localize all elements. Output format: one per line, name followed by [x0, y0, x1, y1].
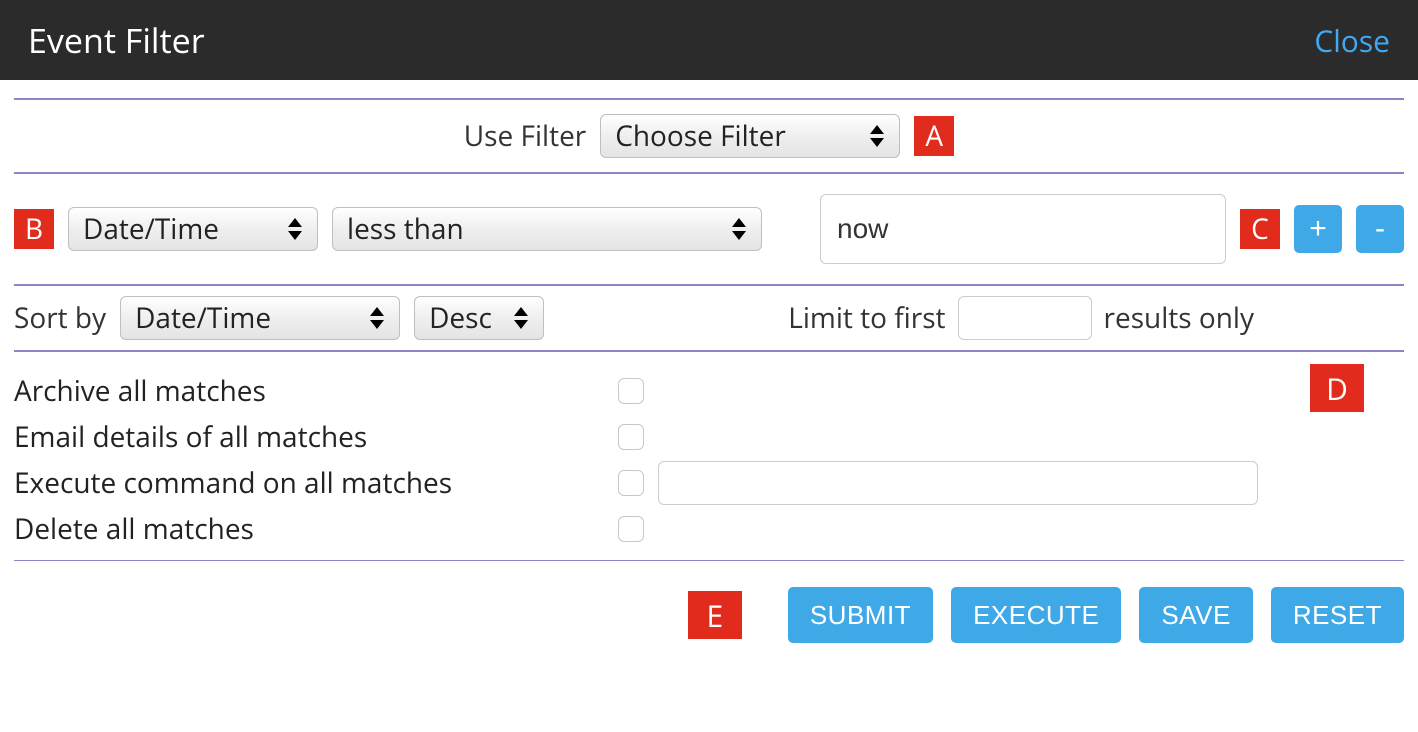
execute-command-input[interactable]	[658, 461, 1258, 505]
limit-prefix: Limit to first	[788, 299, 945, 337]
updown-icon	[365, 297, 389, 339]
submit-button[interactable]: SUBMIT	[788, 587, 933, 643]
updown-icon	[283, 208, 307, 250]
annotation-badge-e: E	[688, 591, 742, 639]
limit-suffix: results only	[1104, 299, 1254, 337]
archive-label: Archive all matches	[14, 372, 618, 410]
use-filter-selected: Choose Filter	[601, 117, 830, 155]
criteria-value-input[interactable]	[820, 194, 1226, 264]
limit-group: Limit to first results only	[788, 296, 1254, 340]
criteria-row: B Date/Time less than C + -	[14, 174, 1404, 284]
criteria-field-select[interactable]: Date/Time	[68, 207, 318, 251]
sort-direction-select[interactable]: Desc	[414, 296, 544, 340]
criteria-operator-selected: less than	[333, 210, 508, 248]
annotation-badge-d: D	[1310, 364, 1364, 412]
sort-field-selected: Date/Time	[121, 299, 315, 337]
use-filter-label: Use Filter	[464, 117, 587, 155]
delete-checkbox[interactable]	[618, 516, 644, 542]
sort-row: Sort by Date/Time Desc Limit to first re…	[14, 286, 1404, 350]
archive-checkbox[interactable]	[618, 378, 644, 404]
delete-label: Delete all matches	[14, 510, 618, 548]
annotation-badge-b: B	[14, 209, 54, 249]
use-filter-row: Use Filter Choose Filter A	[14, 100, 1404, 172]
execute-label: Execute command on all matches	[14, 464, 618, 502]
criteria-operator-select[interactable]: less than	[332, 207, 762, 251]
email-label: Email details of all matches	[14, 418, 618, 456]
sort-label: Sort by	[14, 299, 106, 337]
remove-criterion-button[interactable]: -	[1356, 205, 1404, 253]
updown-icon	[727, 208, 751, 250]
add-criterion-button[interactable]: +	[1294, 205, 1342, 253]
use-filter-select[interactable]: Choose Filter	[600, 114, 900, 158]
button-row: E SUBMIT EXECUTE SAVE RESET	[14, 561, 1404, 643]
criteria-field-selected: Date/Time	[69, 210, 263, 248]
dialog-title: Event Filter	[28, 17, 205, 63]
updown-icon	[509, 297, 533, 339]
execute-checkbox[interactable]	[618, 470, 644, 496]
execute-button[interactable]: EXECUTE	[951, 587, 1121, 643]
updown-icon	[865, 115, 889, 157]
limit-input[interactable]	[958, 296, 1092, 340]
annotation-badge-a: A	[914, 116, 954, 156]
email-checkbox[interactable]	[618, 424, 644, 450]
save-button[interactable]: SAVE	[1139, 587, 1252, 643]
sort-field-select[interactable]: Date/Time	[120, 296, 400, 340]
annotation-badge-c: C	[1240, 209, 1280, 249]
reset-button[interactable]: RESET	[1271, 587, 1404, 643]
close-link[interactable]: Close	[1314, 20, 1390, 61]
dialog-header: Event Filter Close	[0, 0, 1418, 80]
actions-section: D Archive all matches Email details of a…	[14, 352, 1404, 560]
